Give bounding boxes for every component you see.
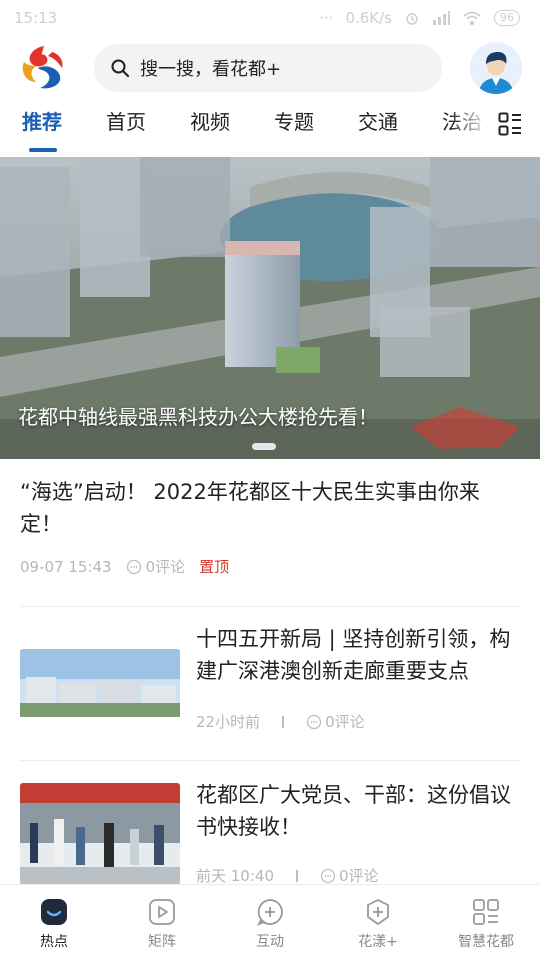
meta-separator xyxy=(296,869,298,882)
comment-icon xyxy=(306,714,322,729)
net-speed: 0.6K/s xyxy=(345,9,392,27)
battery-indicator: 96 xyxy=(494,10,520,26)
article-meta: 前天 10:40 0评论 xyxy=(196,865,379,886)
nav-huayang[interactable]: 花漾+ xyxy=(324,897,432,951)
search-icon xyxy=(111,59,130,78)
article-time: 22小时前 xyxy=(196,713,261,731)
signal-icon xyxy=(433,11,450,25)
article-thumbnail xyxy=(20,649,180,751)
bottom-nav: 热点 矩阵 互动 花漾+ 智慧花都 xyxy=(0,884,540,960)
channel-grid-icon[interactable] xyxy=(498,112,522,136)
tab-home[interactable]: 首页 xyxy=(106,106,146,135)
status-time: 15:13 xyxy=(14,9,58,27)
tab-video[interactable]: 视频 xyxy=(190,106,230,135)
nav-label: 互动 xyxy=(256,934,284,950)
tab-topics[interactable]: 专题 xyxy=(274,106,314,135)
nav-hotspot[interactable]: 热点 xyxy=(0,897,108,951)
chat-plus-icon xyxy=(257,899,283,926)
tab-fade-overlay xyxy=(450,98,500,156)
comment-icon xyxy=(320,868,336,883)
nav-smart-huadu[interactable]: 智慧花都 xyxy=(432,897,540,951)
nav-interact[interactable]: 互动 xyxy=(216,897,324,951)
nav-label: 智慧花都 xyxy=(458,934,514,950)
nav-label: 花漾+ xyxy=(358,934,398,950)
wifi-icon xyxy=(463,11,481,25)
huadu-logo-icon[interactable] xyxy=(16,42,72,94)
grid-apps-icon xyxy=(473,899,499,925)
search-placeholder: 搜一搜，看花都+ xyxy=(140,59,282,80)
comment-icon xyxy=(126,559,141,574)
search-bar[interactable]: 搜一搜，看花都+ xyxy=(94,44,442,92)
tab-recommend[interactable]: 推荐 xyxy=(22,106,62,135)
banner-caption: 花都中轴线最强黑科技办公大楼抢先看！ xyxy=(18,405,378,429)
nav-matrix[interactable]: 矩阵 xyxy=(108,897,216,951)
channel-tabs: 推荐 首页 视频 专题 交通 法治 xyxy=(0,98,540,156)
alarm-icon xyxy=(406,13,418,25)
active-tab-indicator xyxy=(29,148,57,152)
status-indicators: ··· 0.6K/s 96 xyxy=(319,9,520,27)
article-time: 09-07 15:43 xyxy=(20,557,112,576)
tab-traffic[interactable]: 交通 xyxy=(358,106,398,135)
meta-separator xyxy=(282,715,285,728)
article-time: 前天 10:40 xyxy=(196,867,274,885)
article-meta: 09-07 15:43 0评论 置顶 xyxy=(20,556,520,577)
pinned-badge: 置顶 xyxy=(199,558,230,576)
status-dots: ··· xyxy=(319,9,334,27)
user-avatar-icon[interactable] xyxy=(470,42,522,94)
banner-pagination-dot xyxy=(252,443,276,450)
featured-banner[interactable]: 花都中轴线最强黑科技办公大楼抢先看！ xyxy=(0,157,540,459)
article-title: 十四五开新局 | 坚持创新引领，构建广深港澳创新走廊重要支点 xyxy=(196,627,511,683)
article-item[interactable]: 十四五开新局 | 坚持创新引领，构建广深港澳创新走廊重要支点 22小时前 0评论 xyxy=(0,607,540,757)
plus-shield-icon xyxy=(367,899,389,925)
article-comments: 0评论 xyxy=(126,556,186,577)
comment-count: 0评论 xyxy=(339,867,379,885)
status-bar: 15:13 ··· 0.6K/s 96 xyxy=(0,0,540,36)
video-play-icon xyxy=(149,899,175,925)
home-hotspot-icon xyxy=(41,899,67,925)
comment-count: 0评论 xyxy=(325,713,365,731)
article-title: “海选”启动！ 2022年花都区十大民生实事由你来定！ xyxy=(20,480,480,536)
article-meta: 22小时前 0评论 xyxy=(196,711,365,732)
article-thumbnail xyxy=(20,783,180,885)
article-title: 花都区广大党员、干部：这份倡议书快接收！ xyxy=(196,783,511,839)
comment-count: 0评论 xyxy=(145,558,186,576)
article-pinned[interactable]: “海选”启动！ 2022年花都区十大民生实事由你来定！ 09-07 15:43 … xyxy=(20,476,520,577)
nav-label: 矩阵 xyxy=(148,934,176,950)
nav-label: 热点 xyxy=(40,934,68,950)
header: 搜一搜，看花都+ xyxy=(0,36,540,98)
